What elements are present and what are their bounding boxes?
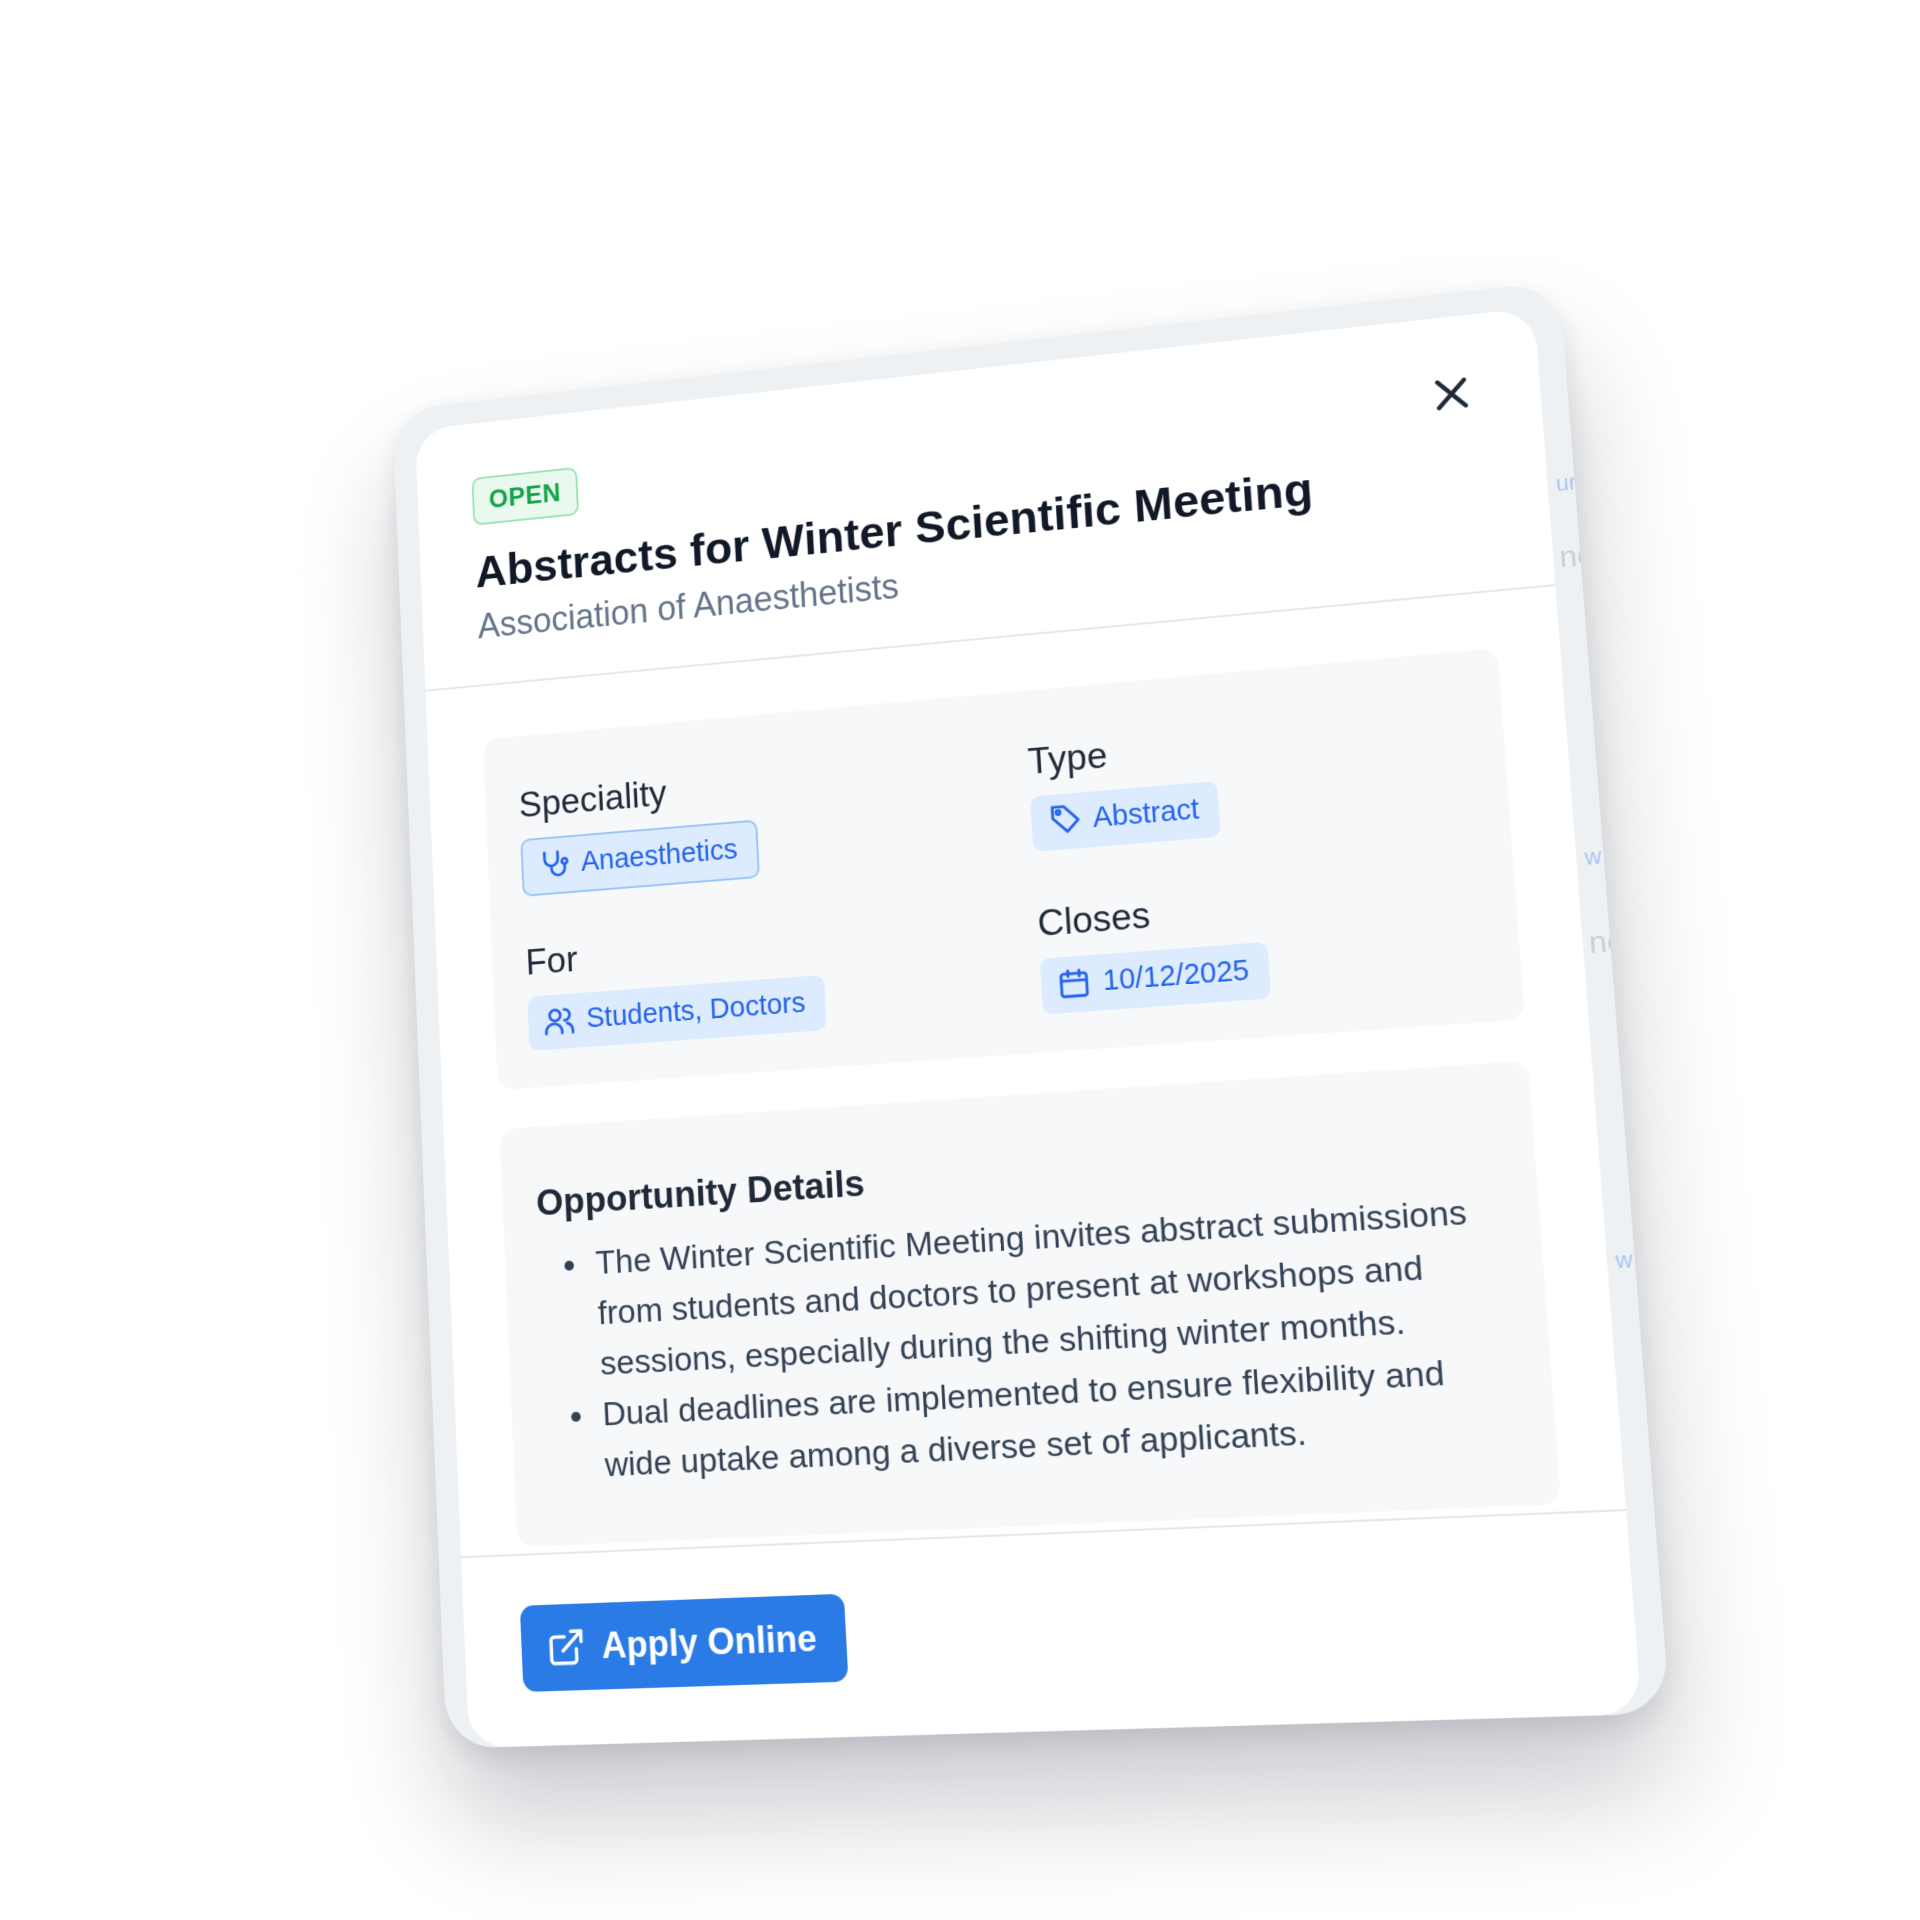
meta-summary: Speciality Anaesthetics Type Abstract Fo… (482, 648, 1526, 1091)
meta-closes: Closes 10/12/2025 (1007, 869, 1485, 1017)
opportunity-dialog: OPEN Abstracts for Winter Scientific Mee… (414, 307, 1642, 1749)
speciality-label: Speciality (517, 773, 668, 826)
meta-for: For Students, Doctors (524, 909, 974, 1052)
apply-online-label: Apply Online (600, 1617, 818, 1667)
backdrop-fragment: w (1583, 843, 1603, 870)
for-label: For (524, 938, 579, 983)
speciality-chip: Anaesthetics (520, 819, 760, 897)
speciality-value: Anaesthetics (580, 833, 739, 878)
backdrop-fragment: ur (1554, 469, 1578, 497)
meta-type: Type Abstract (997, 704, 1472, 859)
backdrop-fragment: ne (1587, 923, 1626, 961)
stethoscope-icon (537, 847, 570, 882)
modal-frame: ur ne ne w w OPEN Abstracts for Winter S… (392, 280, 1671, 1749)
calendar-icon (1056, 965, 1092, 1001)
dialog-body: Speciality Anaesthetics Type Abstract Fo… (425, 586, 1625, 1549)
backdrop-fragment: w (1614, 1246, 1634, 1274)
type-label: Type (1026, 734, 1109, 782)
backdrop-fragment: ne (1558, 538, 1596, 575)
type-value: Abstract (1091, 793, 1201, 834)
dialog-footer: Apply Online (461, 1509, 1642, 1749)
for-value: Students, Doctors (585, 986, 807, 1034)
closes-label: Closes (1036, 894, 1152, 944)
for-chip: Students, Doctors (527, 974, 827, 1052)
users-icon (543, 1003, 576, 1038)
stage: ur ne ne w w OPEN Abstracts for Winter S… (0, 0, 1920, 1920)
closes-chip: 10/12/2025 (1039, 941, 1272, 1015)
closes-value: 10/12/2025 (1101, 953, 1251, 997)
external-link-icon (545, 1626, 587, 1670)
close-icon (1423, 365, 1480, 422)
status-badge: OPEN (471, 466, 579, 526)
tag-icon (1046, 802, 1082, 838)
apply-online-button[interactable]: Apply Online (519, 1593, 849, 1693)
opportunity-details: Opportunity Details The Winter Scientifi… (499, 1060, 1562, 1547)
type-chip: Abstract (1030, 780, 1222, 852)
details-list: The Winter Scientific Meeting invites ab… (538, 1185, 1519, 1494)
close-button[interactable] (1423, 365, 1480, 422)
meta-speciality: Speciality Anaesthetics (518, 748, 965, 897)
